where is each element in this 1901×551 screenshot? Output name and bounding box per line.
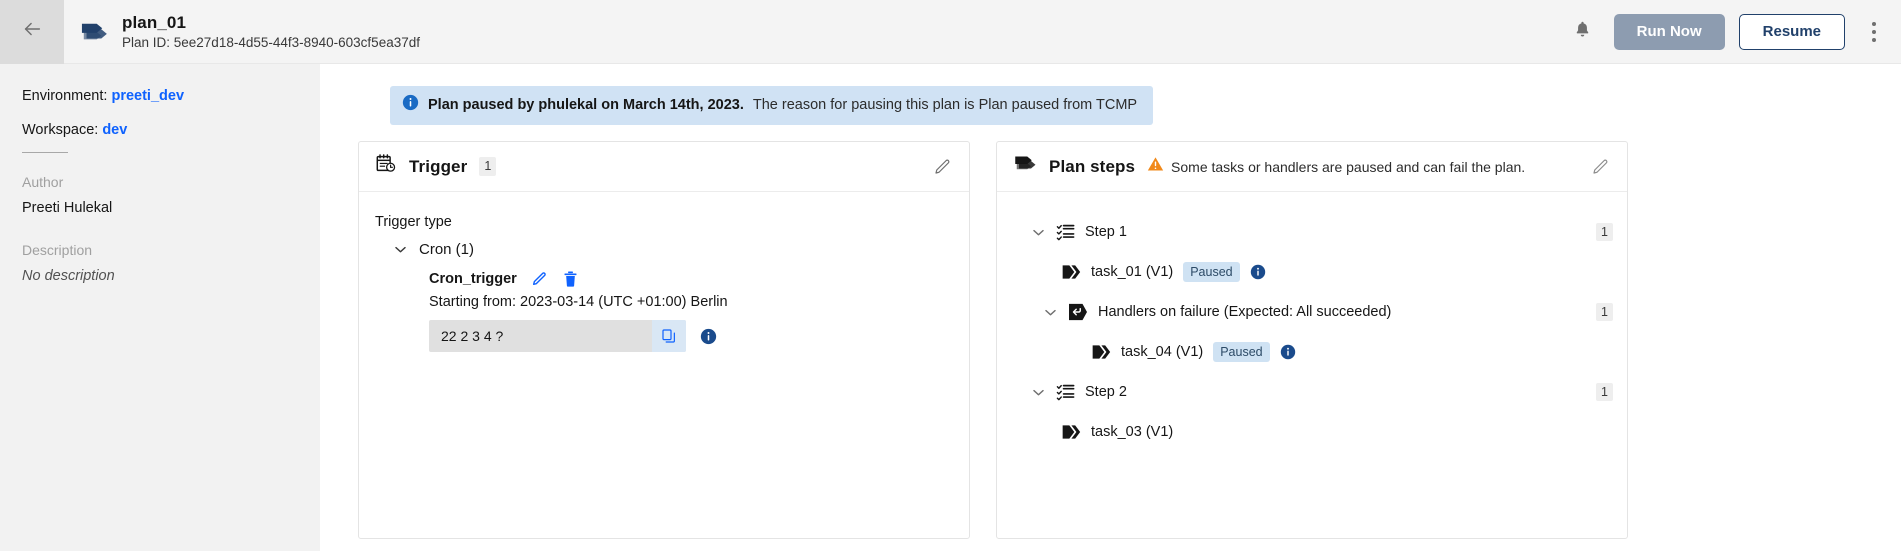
workspace-link[interactable]: dev [102, 122, 127, 138]
plan-paused-banner: Plan paused by phulekal on March 14th, 2… [390, 86, 1153, 125]
resume-button[interactable]: Resume [1739, 14, 1845, 50]
task-list-icon [1056, 383, 1075, 402]
description-label: Description [22, 241, 298, 260]
task-label: task_03 (V1) [1091, 424, 1173, 440]
edit-plan-steps-button[interactable] [1587, 154, 1613, 180]
back-button[interactable] [0, 0, 64, 64]
plan-detail-page: plan_01 Plan ID: 5ee27d18-4d55-44f3-8940… [0, 0, 1901, 551]
sidebar-divider [22, 152, 68, 153]
copy-cron-button[interactable] [652, 320, 686, 352]
handler-task-row[interactable]: task_04 (V1) Paused [1013, 332, 1613, 372]
warning-triangle-icon [1147, 156, 1164, 177]
chevron-down-icon[interactable] [393, 242, 408, 257]
plan-step-label: Step 1 [1085, 224, 1127, 240]
cron-expression-row: 22 2 3 4 ? [429, 320, 953, 352]
chevron-down-icon[interactable] [1031, 385, 1046, 400]
banner-row: Plan paused by phulekal on March 14th, 2… [320, 64, 1901, 125]
plan-steps-warning-text: Some tasks or handlers are paused and ca… [1171, 159, 1525, 175]
task-info-icon[interactable] [1250, 264, 1266, 280]
plan-step-count-badge: 1 [1596, 383, 1613, 402]
handler-group-row[interactable]: Handlers on failure (Expected: All succe… [1013, 292, 1613, 332]
trigger-card-body: Trigger type Cron (1) Cron_trig [359, 192, 969, 538]
plan-info-sidebar: Environment: preeti_dev Workspace: dev A… [0, 64, 320, 551]
cron-name-row: Cron_trigger [429, 269, 953, 289]
plan-steps-warning: Some tasks or handlers are paused and ca… [1147, 156, 1525, 177]
cron-trigger-name: Cron_trigger [429, 271, 517, 287]
status-badge: Paused [1213, 342, 1269, 363]
trigger-count-badge: 1 [479, 157, 496, 176]
plan-id: Plan ID: 5ee27d18-4d55-44f3-8940-603cf5e… [122, 34, 420, 52]
environment-link[interactable]: preeti_dev [111, 88, 184, 104]
edit-cron-trigger-button[interactable] [529, 269, 549, 289]
plan-step-row[interactable]: Step 1 1 [1013, 212, 1613, 252]
notification-bell-button[interactable] [1566, 15, 1600, 49]
header-actions: Run Now Resume [1566, 13, 1901, 51]
handler-return-icon [1068, 303, 1088, 321]
trigger-card-header: Trigger 1 [359, 142, 969, 192]
author-label: Author [22, 173, 298, 192]
trigger-card: Trigger 1 Trigger type [358, 141, 970, 539]
trigger-type-label: Trigger type [375, 214, 953, 230]
plan-stack-icon [1013, 154, 1037, 179]
environment-row: Environment: preeti_dev [22, 86, 298, 106]
chevron-down-icon[interactable] [1043, 305, 1058, 320]
cron-group-label: Cron (1) [419, 241, 474, 258]
edit-trigger-card-button[interactable] [929, 154, 955, 180]
status-badge: Paused [1183, 262, 1239, 283]
notification-bell-icon [1573, 20, 1592, 44]
workspace-label: Workspace: [22, 122, 98, 138]
arrow-left-icon [21, 18, 43, 45]
calendar-clock-icon [375, 153, 397, 180]
environment-label: Environment: [22, 88, 107, 104]
plan-step-row[interactable]: Step 2 1 [1013, 372, 1613, 412]
workspace-row: Workspace: dev [22, 120, 298, 140]
handler-group-label: Handlers on failure (Expected: All succe… [1098, 304, 1391, 320]
banner-headline: Plan paused by phulekal on March 14th, 2… [428, 96, 744, 115]
task-list-icon [1056, 223, 1075, 242]
trigger-card-title: Trigger [409, 157, 467, 177]
description-value: No description [22, 266, 298, 286]
handler-count-badge: 1 [1596, 303, 1613, 322]
cards-row: Trigger 1 Trigger type [320, 125, 1901, 539]
plan-stack-icon [64, 0, 122, 64]
plan-step-count-badge: 1 [1596, 223, 1613, 242]
chevron-down-icon[interactable] [1031, 225, 1046, 240]
cron-trigger-detail: Cron_trigger [375, 269, 953, 352]
handler-task-label: task_04 (V1) [1121, 344, 1203, 360]
main-content: Plan paused by phulekal on March 14th, 2… [320, 64, 1901, 551]
task-icon [1091, 344, 1111, 360]
task-icon [1061, 424, 1081, 440]
cron-starting-from: Starting from: 2023-03-14 (UTC +01:00) B… [429, 294, 953, 310]
overflow-menu-icon[interactable] [1859, 13, 1889, 51]
plan-steps-tree: Step 1 1 task_01 (V1) [997, 192, 1627, 538]
task-row[interactable]: task_03 (V1) [1013, 412, 1613, 452]
author-value: Preeti Hulekal [22, 198, 298, 218]
task-info-icon[interactable] [1280, 344, 1296, 360]
page-title: plan_01 [122, 12, 420, 33]
cron-expression-field[interactable]: 22 2 3 4 ? [429, 320, 686, 352]
page-title-block: plan_01 Plan ID: 5ee27d18-4d55-44f3-8940… [122, 12, 420, 52]
task-row[interactable]: task_01 (V1) Paused [1013, 252, 1613, 292]
run-now-button[interactable]: Run Now [1614, 14, 1725, 50]
task-icon [1061, 264, 1081, 280]
info-filled-icon [402, 94, 419, 117]
app-header: plan_01 Plan ID: 5ee27d18-4d55-44f3-8940… [0, 0, 1901, 64]
banner-reason: The reason for pausing this plan is Plan… [753, 96, 1137, 115]
cron-group-row: Cron (1) [375, 241, 953, 258]
cron-expression-value: 22 2 3 4 ? [429, 328, 652, 344]
plan-step-label: Step 2 [1085, 384, 1127, 400]
delete-cron-trigger-button[interactable] [561, 269, 581, 289]
task-label: task_01 (V1) [1091, 264, 1173, 280]
plan-steps-card: Plan steps Some tasks or handlers are pa… [996, 141, 1628, 539]
plan-steps-card-title: Plan steps [1049, 157, 1135, 177]
plan-steps-card-header: Plan steps Some tasks or handlers are pa… [997, 142, 1627, 192]
cron-info-icon[interactable] [698, 326, 718, 346]
page-body: Environment: preeti_dev Workspace: dev A… [0, 64, 1901, 551]
